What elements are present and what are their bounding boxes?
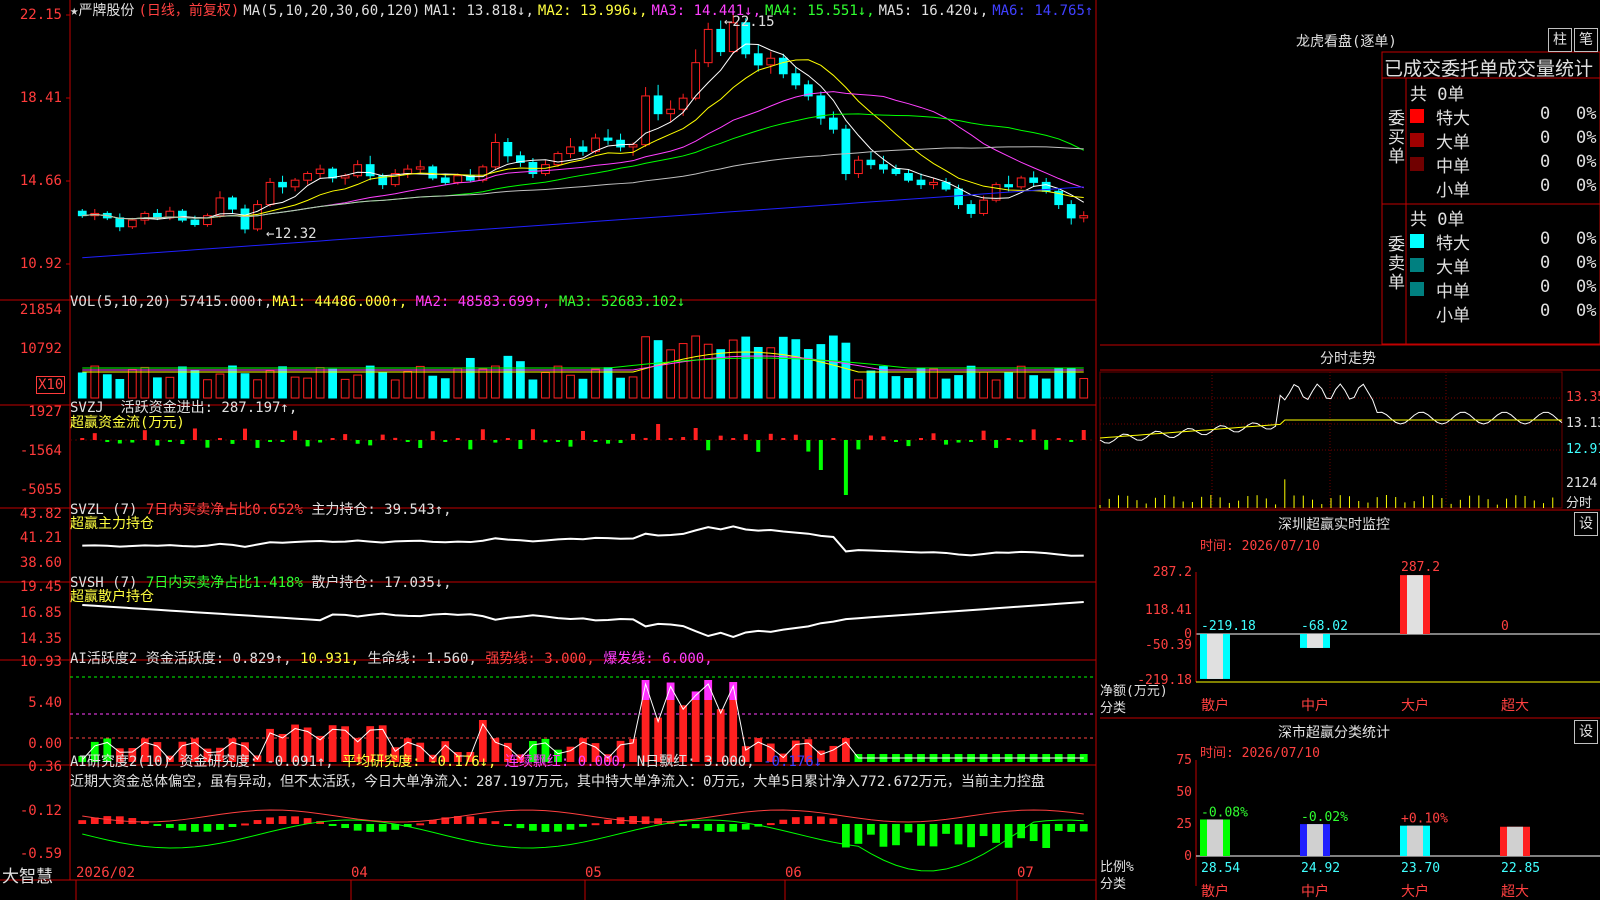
cls-bar-shine: [1307, 824, 1323, 856]
cls-tick-label: 25: [1176, 817, 1192, 832]
lhb-buy-percent: 0%: [1576, 104, 1597, 124]
rt-bar-shine: [1407, 575, 1423, 634]
rt-title: 深圳超赢实时监控: [1278, 517, 1390, 533]
lhb-buy-percent: 0%: [1576, 128, 1597, 148]
intraday-vol-tick: 2124: [1566, 476, 1598, 491]
sell-orders-label: 委卖单: [1388, 235, 1405, 293]
sell-total: 共 0单: [1410, 210, 1465, 230]
intraday-avg-line: [1099, 419, 1562, 439]
cls-category-label: 大户: [1401, 883, 1429, 900]
bar-mode-button[interactable]: 柱: [1548, 28, 1572, 52]
rt-category-label: 散户: [1201, 697, 1229, 714]
lhb-buy-color-swatch: [1410, 157, 1424, 171]
rt-xlabel: 分类: [1100, 701, 1127, 716]
rt-category-label: 大户: [1401, 697, 1429, 714]
cls-category-label: 超大: [1501, 884, 1529, 900]
intraday-price-line: [1099, 383, 1563, 444]
cls-bar-shine: [1207, 819, 1223, 856]
intraday-tick: 13.13: [1566, 416, 1600, 431]
lhb-sell-color-swatch: [1410, 234, 1424, 248]
cls-tick-label: 50: [1176, 785, 1192, 800]
lhb-buy-color-swatch: [1410, 109, 1424, 123]
lhb-buy-name: 小单: [1436, 181, 1470, 201]
lhb-buy-percent: 0%: [1576, 152, 1597, 172]
intraday-frame: [1099, 371, 1563, 509]
cls-change-label: -0.02%: [1301, 810, 1348, 825]
lhb-sell-percent: 0%: [1576, 253, 1597, 273]
rt-value-label: 287.2: [1401, 560, 1440, 575]
cls-xlabel: 分类: [1100, 877, 1127, 892]
lhb-buy-name: 特大: [1436, 109, 1470, 129]
intraday-title: 分时走势: [1320, 351, 1376, 367]
lhb-buy-count: 0: [1540, 152, 1551, 172]
lhb-sell-name: 特大: [1436, 234, 1470, 254]
cls-value-label: 23.70: [1401, 861, 1440, 876]
intraday-vol-unit: 分时: [1566, 496, 1593, 511]
intraday-tick: 13.35: [1566, 390, 1600, 405]
lhb-sell-count: 0: [1540, 229, 1551, 249]
tick-mode-button[interactable]: 笔: [1574, 28, 1598, 52]
rt-tick-label: 287.2: [1153, 565, 1192, 580]
cls-title: 深市超赢分类统计: [1278, 725, 1390, 741]
cls-time: 时间: 2026/07/10: [1200, 746, 1320, 761]
lhb-buy-color-swatch: [1410, 133, 1424, 147]
rt-category-label: 超大: [1501, 698, 1529, 714]
lhb-buy-name: 中单: [1436, 157, 1470, 177]
rt-tick-label: -50.39: [1145, 638, 1192, 653]
lhb-sell-name: 中单: [1436, 282, 1470, 302]
lhb-buy-percent: 0%: [1576, 176, 1597, 196]
lhb-sell-color-swatch: [1410, 282, 1424, 296]
rt-time: 时间: 2026/07/10: [1200, 539, 1320, 554]
rt-value-label: -68.02: [1301, 619, 1348, 634]
cls-settings-button[interactable]: 设: [1574, 720, 1598, 744]
lhb-sell-count: 0: [1540, 253, 1551, 273]
cls-bar-shine: [1407, 825, 1423, 856]
cls-value-label: 24.92: [1301, 861, 1340, 876]
cls-change-label: -0.08%: [1201, 805, 1248, 820]
lhb-buy-name: 大单: [1436, 133, 1470, 153]
cls-value-label: 28.54: [1201, 861, 1240, 876]
rt-bar-shine: [1307, 634, 1323, 648]
rt-tick-label: 118.41: [1145, 603, 1192, 618]
lhb-sell-percent: 0%: [1576, 301, 1597, 321]
lhb-sell-percent: 0%: [1576, 277, 1597, 297]
lhb-sell-count: 0: [1540, 301, 1551, 321]
cls-category-label: 中户: [1301, 883, 1329, 900]
cls-tick-label: 0: [1184, 849, 1192, 864]
right-panel-svg: 287.2118.410-50.39-219.18-219.18散户-68.02…: [1099, 51, 1600, 900]
rt-settings-button[interactable]: 设: [1574, 512, 1598, 536]
cls-value-label: 22.85: [1501, 861, 1540, 876]
lhb-buy-count: 0: [1540, 176, 1551, 196]
rt-value-label: -219.18: [1201, 619, 1256, 634]
intraday-tick: 12.91: [1566, 442, 1600, 457]
cls-change-label: +0.10%: [1401, 812, 1448, 827]
lhb-sell-color-swatch: [1410, 258, 1424, 272]
cls-bar-shine: [1507, 826, 1523, 856]
buy-total: 共 0单: [1410, 85, 1465, 105]
cls-category-label: 散户: [1201, 883, 1229, 900]
lhb-title: 龙虎看盘(逐单): [1296, 34, 1397, 50]
lhb-sell-count: 0: [1540, 277, 1551, 297]
buy-orders-label: 委买单: [1388, 109, 1405, 167]
lhb-buy-count: 0: [1540, 128, 1551, 148]
lhb-sell-name: 大单: [1436, 258, 1470, 278]
rt-value-label: 0: [1501, 619, 1509, 634]
lhb-sell-name: 小单: [1436, 306, 1470, 326]
lhb-sell-percent: 0%: [1576, 229, 1597, 249]
lhb-subtitle: 已成交委托单成交量统计: [1384, 58, 1594, 80]
lhb-buy-count: 0: [1540, 104, 1551, 124]
cls-tick-label: 75: [1176, 753, 1192, 768]
rt-bar-shine: [1207, 634, 1223, 679]
rt-category-label: 中户: [1301, 697, 1329, 714]
